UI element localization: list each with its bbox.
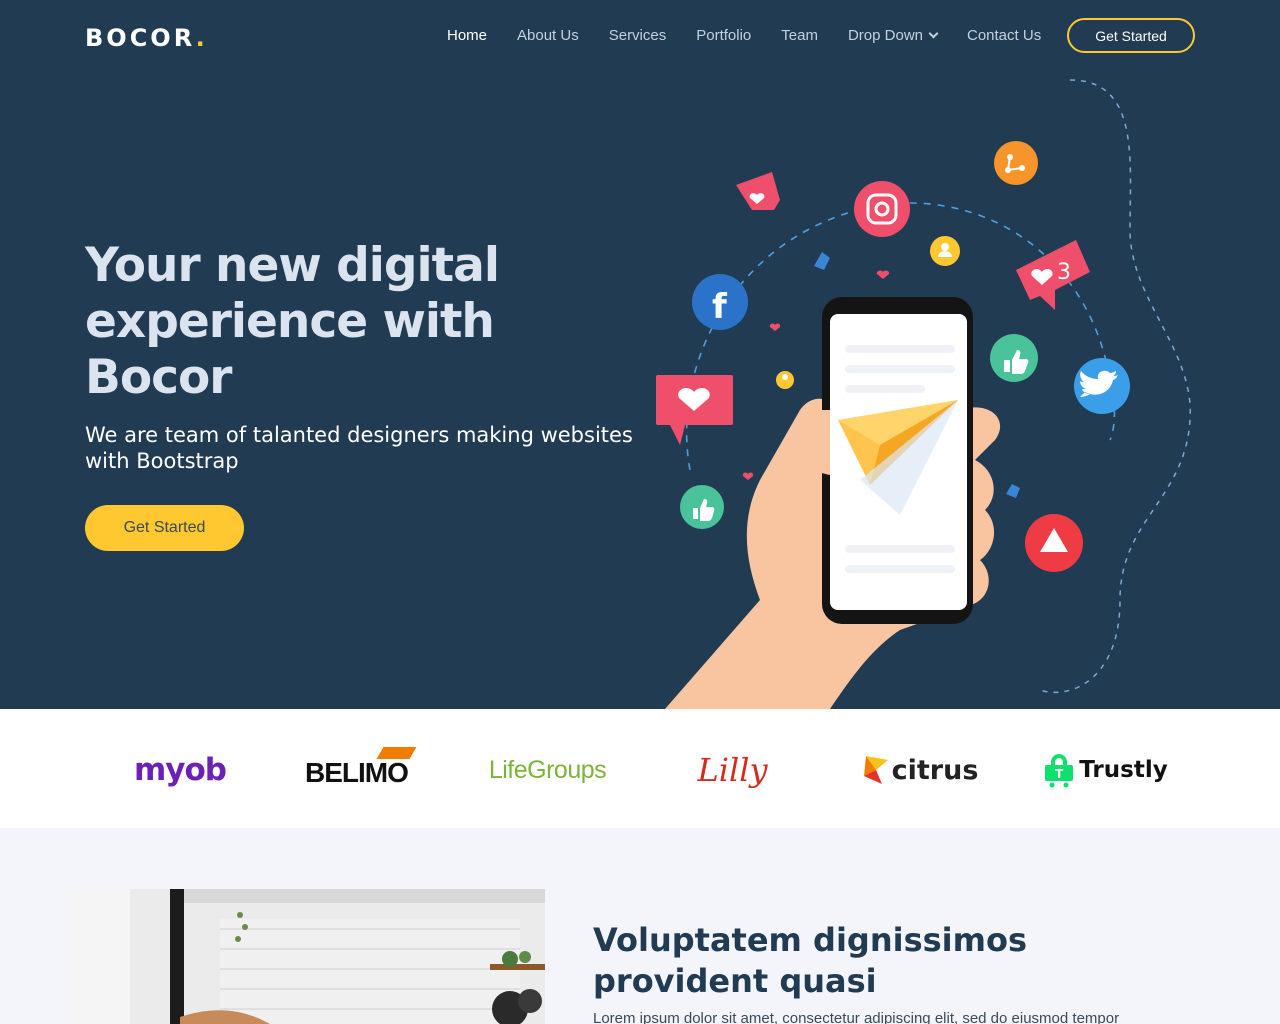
nav-about[interactable]: About Us (517, 27, 579, 44)
client-logo-lifegroups: LifeGroups (485, 747, 610, 793)
client-name: Trustly (1079, 757, 1168, 783)
nav-home[interactable]: Home (447, 27, 487, 44)
main-nav: Home About Us Services Portfolio Team Dr… (447, 27, 1071, 44)
thumbs-up-icon (990, 334, 1038, 382)
svg-text:f: f (712, 287, 728, 327)
client-logo-citrus: citrus (860, 747, 980, 793)
nav-contact[interactable]: Contact Us (967, 27, 1041, 44)
small-user-icon (776, 371, 794, 389)
up-arrow-icon (1025, 514, 1083, 572)
clients-section: myob BELIMO LifeGroups Lilly citrus T Tr… (0, 709, 1280, 828)
client-name: citrus (891, 754, 979, 786)
nav-portfolio[interactable]: Portfolio (696, 27, 751, 44)
logo-text: BOCOR (85, 24, 196, 52)
hero-illustration: f 3 (656, 79, 1191, 709)
client-logo-lilly: Lilly (685, 747, 780, 793)
hero-section: Your new digital experience with Bocor W… (0, 72, 1280, 709)
client-name: LifeGroups (488, 755, 607, 784)
instagram-icon (854, 181, 910, 237)
nav-services[interactable]: Services (609, 27, 667, 44)
logo-dot: . (195, 24, 208, 52)
client-logo-myob: myob (120, 747, 240, 793)
twitter-icon (1074, 358, 1130, 414)
client-name: BELIMO (305, 757, 409, 788)
hero-subtitle: We are team of talanted designers making… (85, 423, 633, 473)
header-get-started-button[interactable]: Get Started (1067, 18, 1195, 53)
nav-dropdown-label: Drop Down (847, 27, 923, 44)
client-logo-belimo: BELIMO (295, 747, 430, 793)
client-logo-trustly: T Trustly (1037, 747, 1172, 793)
svg-text:T: T (1055, 767, 1064, 781)
like-count: 3 (1057, 260, 1071, 285)
nav-team[interactable]: Team (781, 27, 818, 44)
about-title: Voluptatem dignissimos provident quasi (593, 921, 1027, 1000)
client-name: Lilly (697, 751, 768, 789)
about-image (70, 889, 545, 1024)
site-header: BOCOR. Home About Us Services Portfolio … (0, 0, 1280, 72)
facebook-icon: f (692, 274, 748, 330)
logo[interactable]: BOCOR. (85, 24, 208, 52)
citrus-icon (863, 756, 888, 784)
like-count-badge: 3 (1016, 240, 1090, 310)
heart-chat-icon (656, 375, 733, 445)
heart-message-icon (736, 172, 780, 210)
nav-dropdown[interactable]: Drop Down (847, 27, 939, 44)
about-text: Lorem ipsum dolor sit amet, consectetur … (593, 1010, 1120, 1024)
hero-title: Your new digital experience with Bocor (85, 238, 500, 405)
cart-lock-icon: T (1045, 754, 1074, 788)
client-name: myob (134, 752, 227, 788)
thumbs-up-small-icon (680, 485, 724, 529)
user-icon (930, 236, 960, 266)
share-icon (994, 141, 1038, 185)
hero-get-started-button[interactable]: Get Started (85, 505, 244, 551)
chevron-down-icon (928, 28, 939, 39)
